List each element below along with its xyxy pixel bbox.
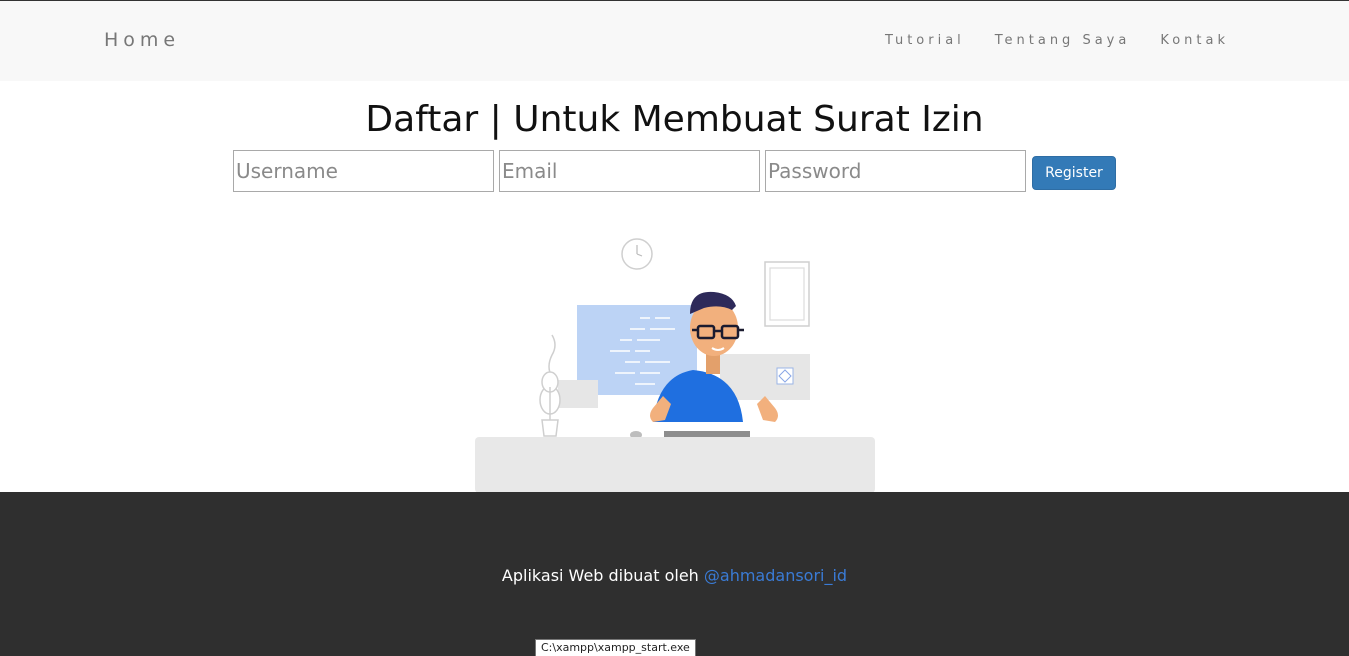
- username-input[interactable]: [233, 150, 494, 192]
- nav-link-tutorial[interactable]: Tutorial: [885, 33, 965, 48]
- brand-home-link[interactable]: Home: [104, 29, 180, 51]
- keyboard: [664, 431, 750, 437]
- picture-frame: [764, 261, 810, 327]
- navbar: Home Tutorial Tentang Saya Kontak: [0, 1, 1349, 81]
- password-input[interactable]: [765, 150, 1026, 192]
- footer-credit-text: Aplikasi Web dibuat oleh: [501, 566, 704, 585]
- footer: Aplikasi Web dibuat oleh @ahmadansori_id: [0, 492, 1349, 656]
- page-title: Daftar | Untuk Membuat Surat Izin: [365, 99, 984, 140]
- nav-links: Tutorial Tentang Saya Kontak: [885, 33, 1229, 48]
- footer-credit: Aplikasi Web dibuat oleh @ahmadansori_id: [0, 566, 1349, 585]
- nav-link-tentang-saya[interactable]: Tentang Saya: [995, 33, 1131, 48]
- email-input[interactable]: [499, 150, 760, 192]
- status-tooltip: C:\xampp\xampp_start.exe: [535, 639, 696, 656]
- clock-icon: [621, 238, 653, 270]
- plant: [539, 334, 561, 437]
- wall-panel-left: [558, 380, 598, 408]
- wall-pattern: [776, 367, 794, 385]
- register-button[interactable]: Register: [1032, 156, 1116, 190]
- author-link[interactable]: @ahmadansori_id: [704, 566, 847, 585]
- desk: [475, 437, 875, 493]
- nav-link-kontak[interactable]: Kontak: [1160, 33, 1229, 48]
- developer-illustration: [475, 238, 875, 493]
